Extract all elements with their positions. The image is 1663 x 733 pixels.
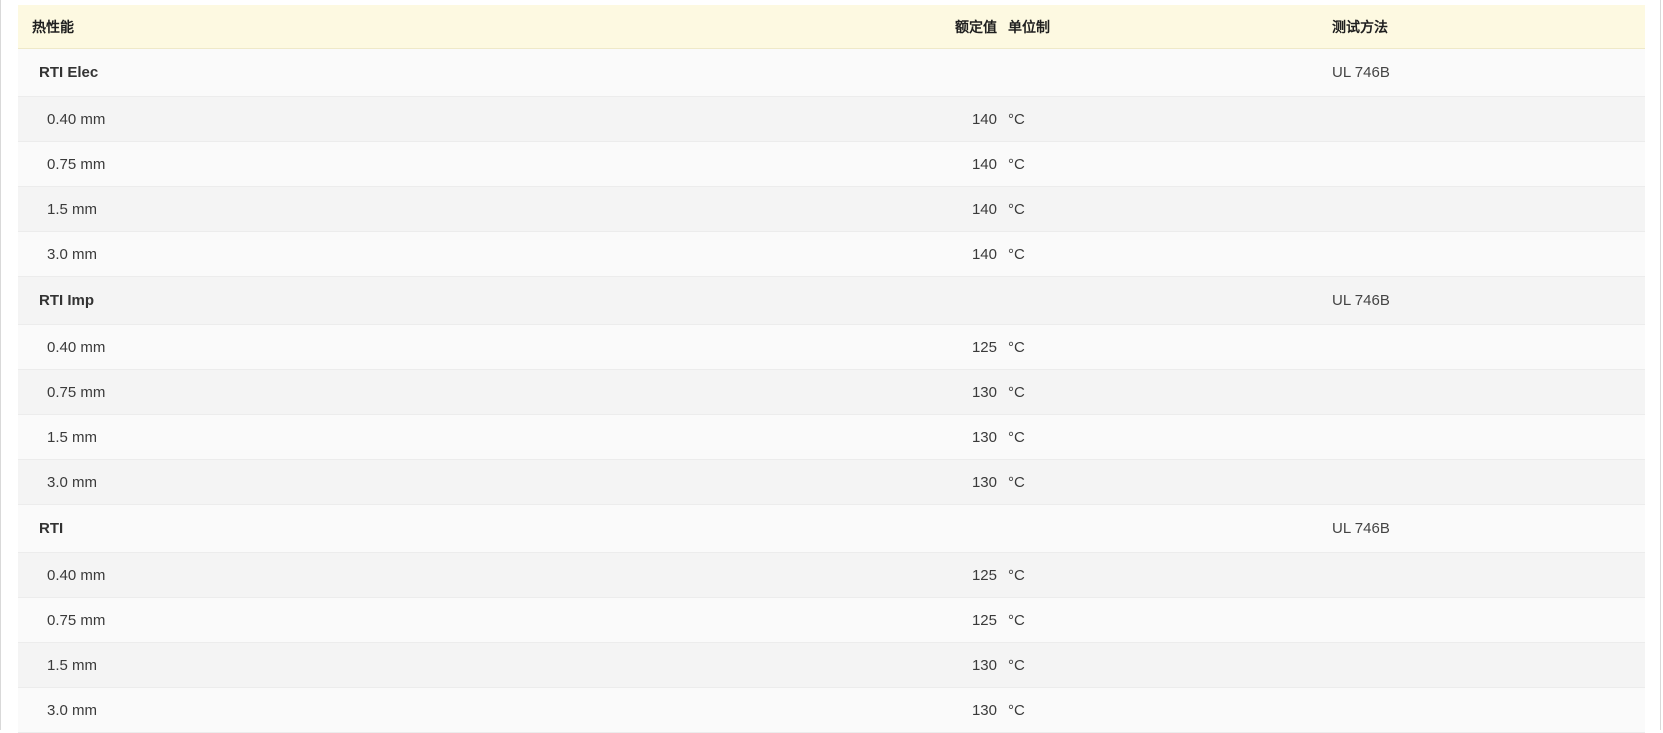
value-cell: 125	[971, 611, 997, 629]
table-row: 0.40 mm 125 °C	[18, 553, 1645, 598]
table-row: 0.40 mm 140 °C	[18, 97, 1645, 142]
thickness-cell: 0.40 mm	[47, 338, 106, 356]
table-row: 3.0 mm 130 °C	[18, 688, 1645, 733]
group-row: RTI Elec UL 746B	[18, 49, 1645, 97]
group-name: RTI	[39, 520, 64, 537]
unit-cell: °C	[1008, 566, 1025, 584]
table-header-row: 热性能 额定值 单位制 测试方法	[18, 5, 1645, 49]
thickness-cell: 0.40 mm	[47, 566, 106, 584]
header-value: 额定值	[955, 18, 997, 35]
value-cell: 130	[971, 701, 997, 719]
thickness-cell: 3.0 mm	[47, 701, 98, 719]
value-cell: 130	[971, 473, 997, 491]
group-method: UL 746B	[1332, 64, 1390, 81]
group-name: RTI Imp	[39, 292, 94, 309]
table-row: 0.75 mm 140 °C	[18, 142, 1645, 187]
unit-cell: °C	[1008, 110, 1025, 128]
table-row: 3.0 mm 130 °C	[18, 460, 1645, 505]
thickness-cell: 0.40 mm	[47, 110, 106, 128]
unit-cell: °C	[1008, 701, 1025, 719]
value-cell: 130	[971, 383, 997, 401]
thickness-cell: 1.5 mm	[47, 200, 98, 218]
unit-cell: °C	[1008, 473, 1025, 491]
unit-cell: °C	[1008, 338, 1025, 356]
table-row: 1.5 mm 130 °C	[18, 643, 1645, 688]
group-method: UL 746B	[1332, 292, 1390, 309]
table-row: 0.40 mm 125 °C	[18, 325, 1645, 370]
thickness-cell: 0.75 mm	[47, 611, 106, 629]
unit-cell: °C	[1008, 155, 1025, 173]
unit-cell: °C	[1008, 656, 1025, 674]
value-cell: 140	[971, 245, 997, 263]
header-method: 测试方法	[1332, 18, 1388, 35]
group-name: RTI Elec	[39, 64, 99, 81]
thickness-cell: 3.0 mm	[47, 245, 98, 263]
thickness-cell: 0.75 mm	[47, 155, 106, 173]
group-row: RTI Imp UL 746B	[18, 277, 1645, 325]
thickness-cell: 3.0 mm	[47, 473, 98, 491]
value-cell: 125	[971, 338, 997, 356]
header-property: 热性能	[32, 18, 74, 35]
unit-cell: °C	[1008, 245, 1025, 263]
table-row: 3.0 mm 140 °C	[18, 232, 1645, 277]
value-cell: 140	[971, 110, 997, 128]
header-unit: 单位制	[1008, 18, 1050, 35]
unit-cell: °C	[1008, 383, 1025, 401]
thickness-cell: 1.5 mm	[47, 428, 98, 446]
value-cell: 130	[971, 656, 997, 674]
group-method: UL 746B	[1332, 520, 1390, 537]
value-cell: 125	[971, 566, 997, 584]
table-row: 1.5 mm 140 °C	[18, 187, 1645, 232]
table-row: 1.5 mm 130 °C	[18, 415, 1645, 460]
unit-cell: °C	[1008, 611, 1025, 629]
value-cell: 140	[971, 200, 997, 218]
value-cell: 140	[971, 155, 997, 173]
unit-cell: °C	[1008, 200, 1025, 218]
group-row: RTI UL 746B	[18, 505, 1645, 553]
table-row: 0.75 mm 125 °C	[18, 598, 1645, 643]
thermal-properties-table: 热性能 额定值 单位制 测试方法 RTI Elec UL 746B 0.40 m…	[18, 5, 1645, 733]
unit-cell: °C	[1008, 428, 1025, 446]
thickness-cell: 1.5 mm	[47, 656, 98, 674]
value-cell: 130	[971, 428, 997, 446]
thickness-cell: 0.75 mm	[47, 383, 106, 401]
table-row: 0.75 mm 130 °C	[18, 370, 1645, 415]
